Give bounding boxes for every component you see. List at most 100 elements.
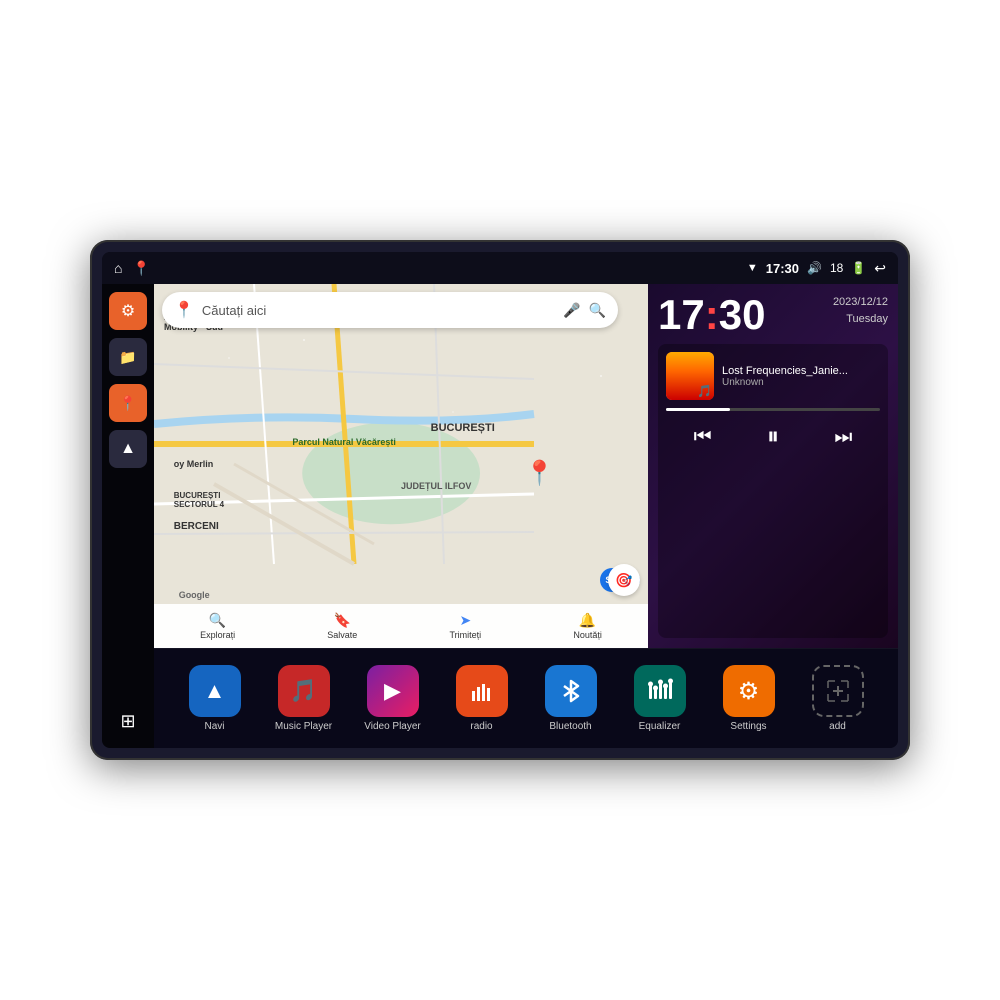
- saved-icon: 🔖: [334, 612, 351, 629]
- music-progress-fill: [666, 408, 730, 411]
- music-player-icon: 🎵: [278, 665, 330, 717]
- news-icon: 🔔: [579, 612, 596, 629]
- news-label: Noutăți: [573, 630, 602, 640]
- clock-date: 2023/12/12 Tuesday: [833, 294, 888, 327]
- equalizer-label: Equalizer: [639, 721, 681, 732]
- app-settings[interactable]: ⚙ Settings: [714, 665, 784, 732]
- app-add[interactable]: add: [803, 665, 873, 732]
- map-label-merlin: oy Merlin: [174, 459, 214, 469]
- explore-icon: 🔍: [209, 612, 226, 629]
- plus-grid-icon: [823, 676, 853, 706]
- map-location-marker: 📍: [525, 459, 555, 488]
- map-search-bar[interactable]: 📍 Căutați aici 🎤 🔍: [162, 292, 618, 328]
- app-video-player[interactable]: ▶ Video Player: [358, 665, 428, 732]
- app-grid: ▲ Navi 🎵 Music Player ▶ Vi: [154, 648, 898, 748]
- radio-wave-icon: [468, 677, 496, 705]
- search-lens-icon[interactable]: 🔍: [589, 302, 606, 319]
- clock-hours: 17: [658, 291, 705, 338]
- search-placeholder-text: Căutați aici: [202, 303, 555, 318]
- map-bottom-bar: 🔍 Explorați 🔖 Salvate ➤ Trimiteți: [154, 604, 648, 648]
- music-title: Lost Frequencies_Janie...: [722, 365, 880, 377]
- back-icon[interactable]: ↩: [874, 260, 886, 277]
- sidebar-maps-btn[interactable]: 📍: [109, 384, 147, 422]
- add-icon: [812, 665, 864, 717]
- play-icon: ▶: [384, 678, 401, 704]
- map-label-bucuresti: BUCUREȘTI: [431, 422, 495, 434]
- home-icon[interactable]: ⌂: [114, 260, 122, 276]
- status-left-icons: ⌂ 📍: [114, 260, 150, 277]
- car-display-device: ⌂ 📍 ▼ 17:30 🔊 18 🔋 ↩ ⚙ 📁: [90, 240, 910, 760]
- video-player-label: Video Player: [364, 721, 421, 732]
- clock-minutes: 30: [719, 291, 766, 338]
- sidebar-apps-btn[interactable]: ⊞: [109, 702, 147, 740]
- clock-section: 17:30 2023/12/12 Tuesday: [658, 294, 888, 336]
- device-screen: ⌂ 📍 ▼ 17:30 🔊 18 🔋 ↩ ⚙ 📁: [102, 252, 898, 748]
- music-info: Lost Frequencies_Janie... Unknown: [666, 352, 880, 400]
- bluetooth-label: Bluetooth: [549, 721, 591, 732]
- share-button[interactable]: ➤ Trimiteți: [450, 612, 482, 640]
- prev-track-button[interactable]: ⏮: [686, 422, 720, 453]
- map-locate-button[interactable]: 🎯: [608, 564, 640, 596]
- sidebar-folder-btn[interactable]: 📁: [109, 338, 147, 376]
- news-button[interactable]: 🔔 Noutăți: [573, 612, 602, 640]
- map-section[interactable]: AXIS PremiumMobility - Sud Pizza & Baker…: [154, 284, 648, 648]
- music-note-icon: 🎵: [290, 678, 317, 704]
- mic-icon[interactable]: 🎤: [563, 302, 580, 319]
- settings-label: Settings: [730, 721, 766, 732]
- grid-icon: ⊞: [120, 711, 135, 732]
- music-progress-bar[interactable]: [666, 408, 880, 411]
- map-svg: [154, 284, 648, 648]
- clock-date-line2: Tuesday: [846, 313, 888, 325]
- app-bluetooth[interactable]: Bluetooth: [536, 665, 606, 732]
- app-equalizer[interactable]: Equalizer: [625, 665, 695, 732]
- map-label-google: Google: [179, 590, 210, 600]
- battery-level: 18: [830, 261, 843, 275]
- share-label: Trimiteți: [450, 630, 482, 640]
- top-content: AXIS PremiumMobility - Sud Pizza & Baker…: [154, 284, 898, 648]
- music-text: Lost Frequencies_Janie... Unknown: [722, 365, 880, 388]
- navi-arrow-icon: ▲: [120, 440, 136, 458]
- volume-icon: 🔊: [807, 261, 822, 275]
- navi-arrow-icon: ▲: [204, 678, 226, 704]
- equalizer-icon: [634, 665, 686, 717]
- clock-colon: :: [705, 291, 719, 338]
- folder-icon: 📁: [119, 349, 136, 366]
- map-background: AXIS PremiumMobility - Sud Pizza & Baker…: [154, 284, 648, 648]
- app-music-player[interactable]: 🎵 Music Player: [269, 665, 339, 732]
- play-pause-button[interactable]: ⏸: [759, 419, 787, 455]
- status-time: 17:30: [766, 261, 799, 276]
- explore-button[interactable]: 🔍 Explorați: [200, 612, 235, 640]
- video-player-icon: ▶: [367, 665, 419, 717]
- maps-icon: 📍: [119, 395, 136, 412]
- app-radio[interactable]: radio: [447, 665, 517, 732]
- saved-button[interactable]: 🔖 Salvate: [327, 612, 357, 640]
- settings-app-icon: ⚙: [723, 665, 775, 717]
- next-track-button[interactable]: ⏭: [826, 422, 860, 453]
- album-art-image: [666, 352, 714, 400]
- bluetooth-symbol-icon: [557, 677, 585, 705]
- bluetooth-icon: [545, 665, 597, 717]
- main-area: ⚙ 📁 📍 ▲ ⊞: [102, 284, 898, 748]
- wifi-icon: ▼: [747, 262, 758, 274]
- right-panel: 17:30 2023/12/12 Tuesday: [648, 284, 898, 648]
- map-label-ilfov: JUDEȚUL ILFOV: [401, 481, 471, 491]
- navi-label: Navi: [204, 721, 224, 732]
- map-label-parc: Parcul Natural Văcărești: [292, 437, 396, 447]
- sidebar-settings-btn[interactable]: ⚙: [109, 292, 147, 330]
- settings-icon: ⚙: [121, 301, 135, 321]
- navi-icon: ▲: [189, 665, 241, 717]
- music-player: Lost Frequencies_Janie... Unknown ⏮ ⏸ ⏭: [658, 344, 888, 638]
- app-navi[interactable]: ▲ Navi: [180, 665, 250, 732]
- equalizer-bars-icon: [646, 677, 674, 705]
- location-icon[interactable]: 📍: [132, 260, 149, 277]
- status-right-info: ▼ 17:30 🔊 18 🔋 ↩: [747, 260, 886, 277]
- clock-date-line1: 2023/12/12: [833, 296, 888, 308]
- status-bar: ⌂ 📍 ▼ 17:30 🔊 18 🔋 ↩: [102, 252, 898, 284]
- sidebar-navi-btn[interactable]: ▲: [109, 430, 147, 468]
- explore-label: Explorați: [200, 630, 235, 640]
- radio-label: radio: [470, 721, 492, 732]
- sidebar: ⚙ 📁 📍 ▲ ⊞: [102, 284, 154, 748]
- album-art: [666, 352, 714, 400]
- battery-icon: 🔋: [851, 261, 866, 275]
- gear-icon: ⚙: [738, 677, 760, 706]
